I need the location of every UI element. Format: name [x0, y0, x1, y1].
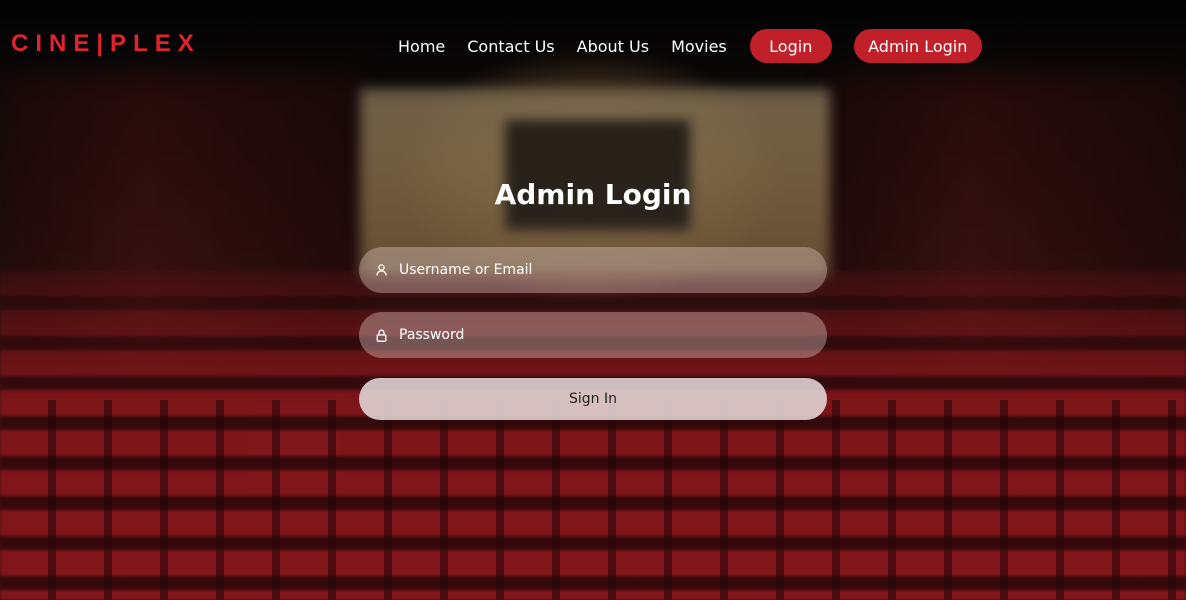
logo[interactable]: CINE|PLEX [11, 30, 201, 58]
user-icon [375, 263, 387, 277]
nav-link-movies[interactable]: Movies [671, 37, 727, 56]
sign-in-button[interactable]: Sign In [359, 378, 827, 420]
lock-icon [375, 328, 387, 342]
password-field[interactable] [359, 312, 827, 358]
username-input[interactable] [399, 262, 799, 278]
main-nav: Home Contact Us About Us Movies Login Ad… [398, 28, 982, 64]
login-button[interactable]: Login [749, 29, 832, 63]
password-input[interactable] [399, 327, 799, 343]
nav-link-home[interactable]: Home [398, 37, 445, 56]
admin-login-button[interactable]: Admin Login [853, 29, 982, 63]
nav-link-about[interactable]: About Us [577, 37, 649, 56]
username-field[interactable] [359, 247, 827, 293]
vignette-overlay [0, 0, 1186, 600]
theater-background [0, 0, 1186, 600]
page-title: Admin Login [494, 178, 692, 211]
site-header: CINE|PLEX Home Contact Us About Us Movie… [0, 0, 1186, 90]
nav-link-contact[interactable]: Contact Us [467, 37, 554, 56]
